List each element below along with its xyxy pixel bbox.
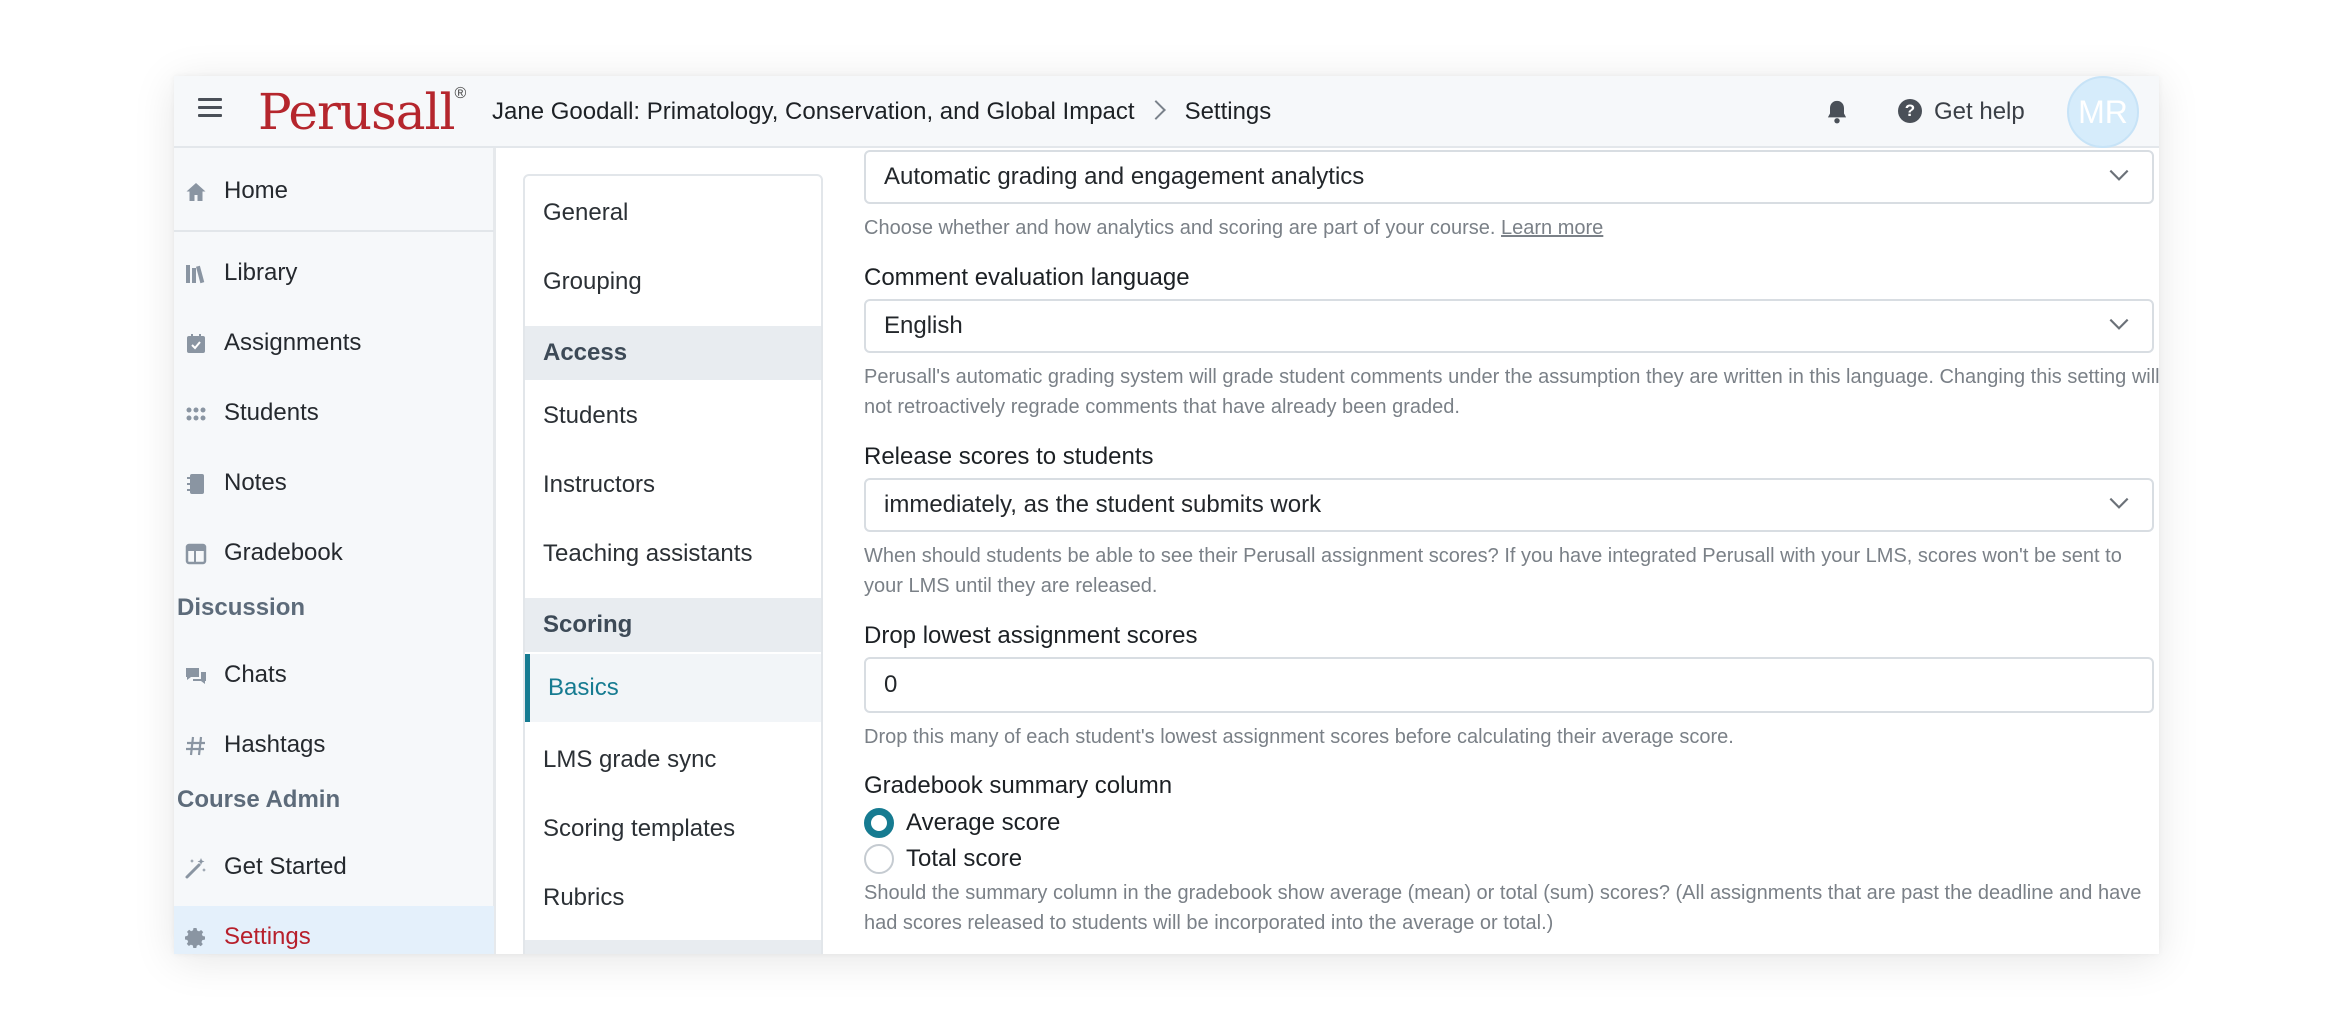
breadcrumb-course[interactable]: Jane Goodall: Primatology, Conservation,… — [492, 98, 1135, 125]
app-window: Perusall® Jane Goodall: Primatology, Con… — [174, 76, 2159, 954]
sidebar-item-settings[interactable]: Settings — [174, 906, 494, 954]
learn-more-link[interactable]: Learn more — [1501, 217, 1603, 239]
drop-lowest-label: Drop lowest assignment scores — [864, 622, 1198, 649]
drop-lowest-input[interactable] — [864, 657, 2154, 713]
chevron-right-icon — [1145, 100, 1166, 120]
settings-menu-rubrics[interactable]: Rubrics — [525, 869, 821, 927]
breadcrumb: Jane Goodall: Primatology, Conservation,… — [492, 76, 1271, 148]
language-select[interactable]: English — [864, 299, 2154, 353]
settings-menu-students[interactable]: Students — [525, 387, 821, 445]
chevron-down-icon — [2109, 497, 2129, 509]
bell-icon[interactable] — [1823, 98, 1851, 126]
sidebar-item-label: Notes — [224, 469, 287, 496]
question-icon: ? — [1898, 98, 1922, 123]
top-bar: Perusall® Jane Goodall: Primatology, Con… — [174, 76, 2159, 148]
sidebar-item-get-started[interactable]: Get Started — [174, 836, 494, 898]
sidebar-item-label: Home — [224, 177, 289, 204]
sidebar-item-gradebook[interactable]: Gradebook — [174, 522, 494, 584]
settings-menu-section-access: Access — [525, 326, 821, 380]
language-select-value: English — [884, 312, 963, 339]
summary-column-label: Gradebook summary column — [864, 772, 1173, 799]
sidebar-item-label: Students — [224, 399, 319, 426]
chat-bubbles-icon — [186, 668, 206, 684]
sidebar: Home Library Assignments Students Notes … — [174, 148, 496, 954]
avatar[interactable]: MR — [2067, 76, 2139, 148]
release-help: When should students be able to see thei… — [864, 545, 2122, 597]
get-help-label: Get help — [1934, 98, 2025, 125]
sidebar-divider — [174, 230, 494, 232]
radio-label: Average score — [906, 809, 1061, 836]
notebook-icon — [187, 474, 204, 494]
sidebar-item-label: Get Started — [224, 853, 347, 880]
library-icon — [186, 265, 205, 284]
radio-label: Total score — [906, 845, 1023, 872]
students-icon — [186, 407, 206, 421]
analytics-select[interactable]: Automatic grading and engagement analyti… — [864, 150, 2154, 204]
settings-menu-section-next — [525, 940, 821, 954]
sidebar-item-hashtags[interactable]: Hashtags — [174, 714, 494, 776]
sidebar-item-home[interactable]: Home — [174, 160, 494, 222]
sidebar-item-label: Hashtags — [224, 731, 326, 758]
sidebar-item-library[interactable]: Library — [174, 242, 494, 304]
sidebar-section-discussion: Discussion — [177, 594, 306, 621]
sidebar-item-chats[interactable]: Chats — [174, 644, 494, 706]
settings-menu-general[interactable]: General — [525, 184, 821, 242]
magic-wand-icon — [185, 858, 206, 879]
release-select-value: immediately, as the student submits work — [884, 491, 1322, 518]
settings-menu-grouping[interactable]: Grouping — [525, 253, 821, 311]
logo-text: Perusall — [258, 83, 456, 141]
gear-icon — [185, 928, 205, 948]
sidebar-item-label: Gradebook — [224, 539, 343, 566]
analytics-select-value: Automatic grading and engagement analyti… — [884, 163, 1365, 190]
release-select[interactable]: immediately, as the student submits work — [864, 478, 2154, 532]
settings-menu: General Grouping Access Students Instruc… — [523, 174, 823, 954]
analytics-help: Choose whether and how analytics and sco… — [864, 213, 2159, 243]
table-icon — [185, 543, 207, 565]
release-label: Release scores to students — [864, 443, 1154, 470]
settings-menu-basics[interactable]: Basics — [525, 654, 821, 722]
radio-button-checked[interactable] — [864, 808, 894, 838]
hamburger-menu-icon[interactable] — [198, 98, 222, 122]
sidebar-item-assignments[interactable]: Assignments — [174, 312, 494, 374]
home-icon — [186, 183, 206, 201]
sidebar-item-notes[interactable]: Notes — [174, 452, 494, 514]
settings-menu-lms-grade-sync[interactable]: LMS grade sync — [525, 731, 821, 789]
settings-menu-teaching-assistants[interactable]: Teaching assistants — [525, 525, 821, 583]
registered-mark: ® — [454, 85, 467, 102]
language-label: Comment evaluation language — [864, 264, 1190, 291]
analytics-help-text: Choose whether and how analytics and sco… — [864, 217, 1496, 239]
summary-column-help: Should the summary column in the gradebo… — [864, 882, 2142, 934]
sidebar-section-course-admin: Course Admin — [177, 786, 341, 813]
settings-content: Automatic grading and engagement analyti… — [864, 148, 2159, 954]
settings-menu-section-scoring: Scoring — [525, 598, 821, 652]
chevron-down-icon — [2109, 318, 2129, 330]
calendar-check-icon — [187, 334, 205, 353]
sidebar-item-label: Settings — [224, 923, 311, 950]
drop-lowest-help: Drop this many of each student's lowest … — [864, 726, 1734, 748]
get-help-link[interactable]: ? Get help — [1898, 76, 2025, 148]
breadcrumb-current: Settings — [1184, 98, 1272, 125]
perusall-logo[interactable]: Perusall® — [258, 76, 467, 148]
settings-menu-instructors[interactable]: Instructors — [525, 456, 821, 514]
radio-button[interactable] — [864, 844, 894, 874]
language-help: Perusall's automatic grading system will… — [864, 366, 2159, 418]
sidebar-item-label: Chats — [224, 661, 287, 688]
sidebar-item-students[interactable]: Students — [174, 382, 494, 444]
hashtag-icon — [186, 736, 205, 756]
chevron-down-icon — [2109, 169, 2129, 181]
sidebar-item-label: Library — [224, 259, 298, 286]
settings-menu-scoring-templates[interactable]: Scoring templates — [525, 800, 821, 858]
sidebar-item-label: Assignments — [224, 329, 362, 356]
